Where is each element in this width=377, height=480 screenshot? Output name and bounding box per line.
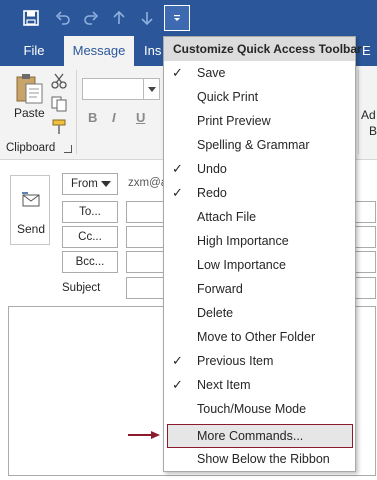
bold-button[interactable]: B: [88, 110, 97, 125]
menu-item-high-importance[interactable]: High Importance: [164, 229, 355, 253]
save-button[interactable]: [18, 6, 44, 30]
check-icon: ✓: [172, 65, 183, 80]
ribbon-separator-right: [358, 70, 359, 154]
subject-label: Subject: [62, 282, 101, 294]
menu-item-label: Touch/Mouse Mode: [197, 402, 307, 416]
check-icon: ✓: [172, 161, 183, 176]
cc-button[interactable]: Cc...: [62, 226, 118, 248]
menu-item-label: Spelling & Grammar: [197, 138, 310, 152]
cut-icon: [51, 73, 67, 89]
menu-item-undo[interactable]: ✓ Undo: [164, 157, 355, 181]
customize-dropdown-icon: [174, 15, 180, 21]
annotation-arrow-icon: [128, 431, 160, 439]
menu-item-redo[interactable]: ✓ Redo: [164, 181, 355, 205]
ribbon-separator: [76, 70, 77, 154]
check-icon: ✓: [172, 377, 183, 392]
menu-item-label: Move to Other Folder: [197, 330, 316, 344]
menu-item-print-preview[interactable]: Print Preview: [164, 109, 355, 133]
italic-button[interactable]: I: [112, 110, 116, 125]
paste-icon: [16, 74, 43, 104]
check-icon: ✓: [172, 353, 183, 368]
menu-item-label: High Importance: [197, 234, 289, 248]
send-label: Send: [17, 222, 46, 236]
quick-access-toolbar: [0, 0, 377, 36]
clipboard-dialog-launcher[interactable]: [64, 145, 72, 153]
down-arrow-icon: [141, 12, 153, 26]
address-book-partial-label-2: B: [369, 124, 377, 138]
send-button[interactable]: Send: [10, 175, 50, 245]
from-button[interactable]: From: [62, 173, 118, 195]
menu-item-label: Attach File: [197, 210, 257, 224]
menu-item-label: Quick Print: [197, 90, 259, 104]
menu-item-touch-mouse-mode[interactable]: Touch/Mouse Mode: [164, 397, 355, 421]
save-icon: [23, 10, 39, 26]
menu-item-attach-file[interactable]: Attach File: [164, 205, 355, 229]
previous-item-button[interactable]: [106, 6, 132, 30]
menu-item-label: Show Below the Ribbon: [197, 452, 330, 466]
copy-button[interactable]: [50, 95, 68, 113]
redo-button[interactable]: [78, 6, 104, 30]
menu-item-next-item[interactable]: ✓ Next Item: [164, 373, 355, 397]
menu-item-label: Next Item: [197, 378, 251, 392]
menu-item-label: Undo: [197, 162, 227, 176]
bcc-button[interactable]: Bcc...: [62, 251, 118, 273]
menu-item-label: Print Preview: [197, 114, 271, 128]
menu-item-label: Forward: [197, 282, 243, 296]
menu-item-label: Previous Item: [197, 354, 274, 368]
next-item-button[interactable]: [134, 6, 160, 30]
up-arrow-icon: [113, 10, 125, 24]
clipboard-group-label: Clipboard: [6, 142, 56, 154]
menu-item-save[interactable]: ✓ Save: [164, 61, 355, 85]
menu-item-forward[interactable]: Forward: [164, 277, 355, 301]
menu-item-show-below-ribbon[interactable]: Show Below the Ribbon: [164, 447, 355, 471]
redo-icon: [84, 11, 99, 25]
menu-title: Customize Quick Access Toolbar: [164, 37, 362, 61]
menu-item-label: Save: [197, 66, 226, 80]
menu-item-delete[interactable]: Delete: [164, 301, 355, 325]
check-icon: ✓: [172, 185, 183, 200]
undo-icon: [55, 11, 70, 25]
customize-qat-menu: Customize Quick Access Toolbar ✓ Save Qu…: [163, 36, 362, 472]
undo-button[interactable]: [50, 6, 76, 30]
send-icon: [22, 192, 40, 207]
menu-item-label: More Commands...: [197, 429, 304, 443]
paste-label: Paste: [14, 106, 45, 120]
format-painter-icon: [52, 119, 66, 134]
menu-item-previous-item[interactable]: ✓ Previous Item: [164, 349, 355, 373]
font-size-dropdown[interactable]: [144, 78, 160, 100]
menu-item-label: Low Importance: [197, 258, 286, 272]
menu-item-spelling-grammar[interactable]: Spelling & Grammar: [164, 133, 355, 157]
address-book-partial-label[interactable]: Ad: [361, 108, 376, 122]
customize-qat-button[interactable]: [164, 5, 190, 31]
clipboard-small-buttons: [50, 72, 72, 142]
tab-partial-right[interactable]: E: [362, 36, 377, 66]
copy-icon: [51, 96, 67, 112]
menu-item-quick-print[interactable]: Quick Print: [164, 85, 355, 109]
menu-item-move-to-other-folder[interactable]: Move to Other Folder: [164, 325, 355, 349]
font-name-box[interactable]: [82, 78, 144, 100]
to-button[interactable]: To...: [62, 201, 118, 223]
menu-item-label: Delete: [197, 306, 234, 320]
menu-item-label: Redo: [197, 186, 227, 200]
from-address: zxm@a: [128, 177, 168, 189]
menu-item-low-importance[interactable]: Low Importance: [164, 253, 355, 277]
menu-item-more-commands[interactable]: More Commands...: [167, 424, 353, 448]
format-painter-button[interactable]: [50, 118, 68, 136]
tab-message[interactable]: Message: [64, 36, 134, 66]
tab-file[interactable]: File: [14, 36, 54, 66]
cut-button[interactable]: [50, 72, 68, 90]
underline-button[interactable]: U: [136, 110, 145, 125]
